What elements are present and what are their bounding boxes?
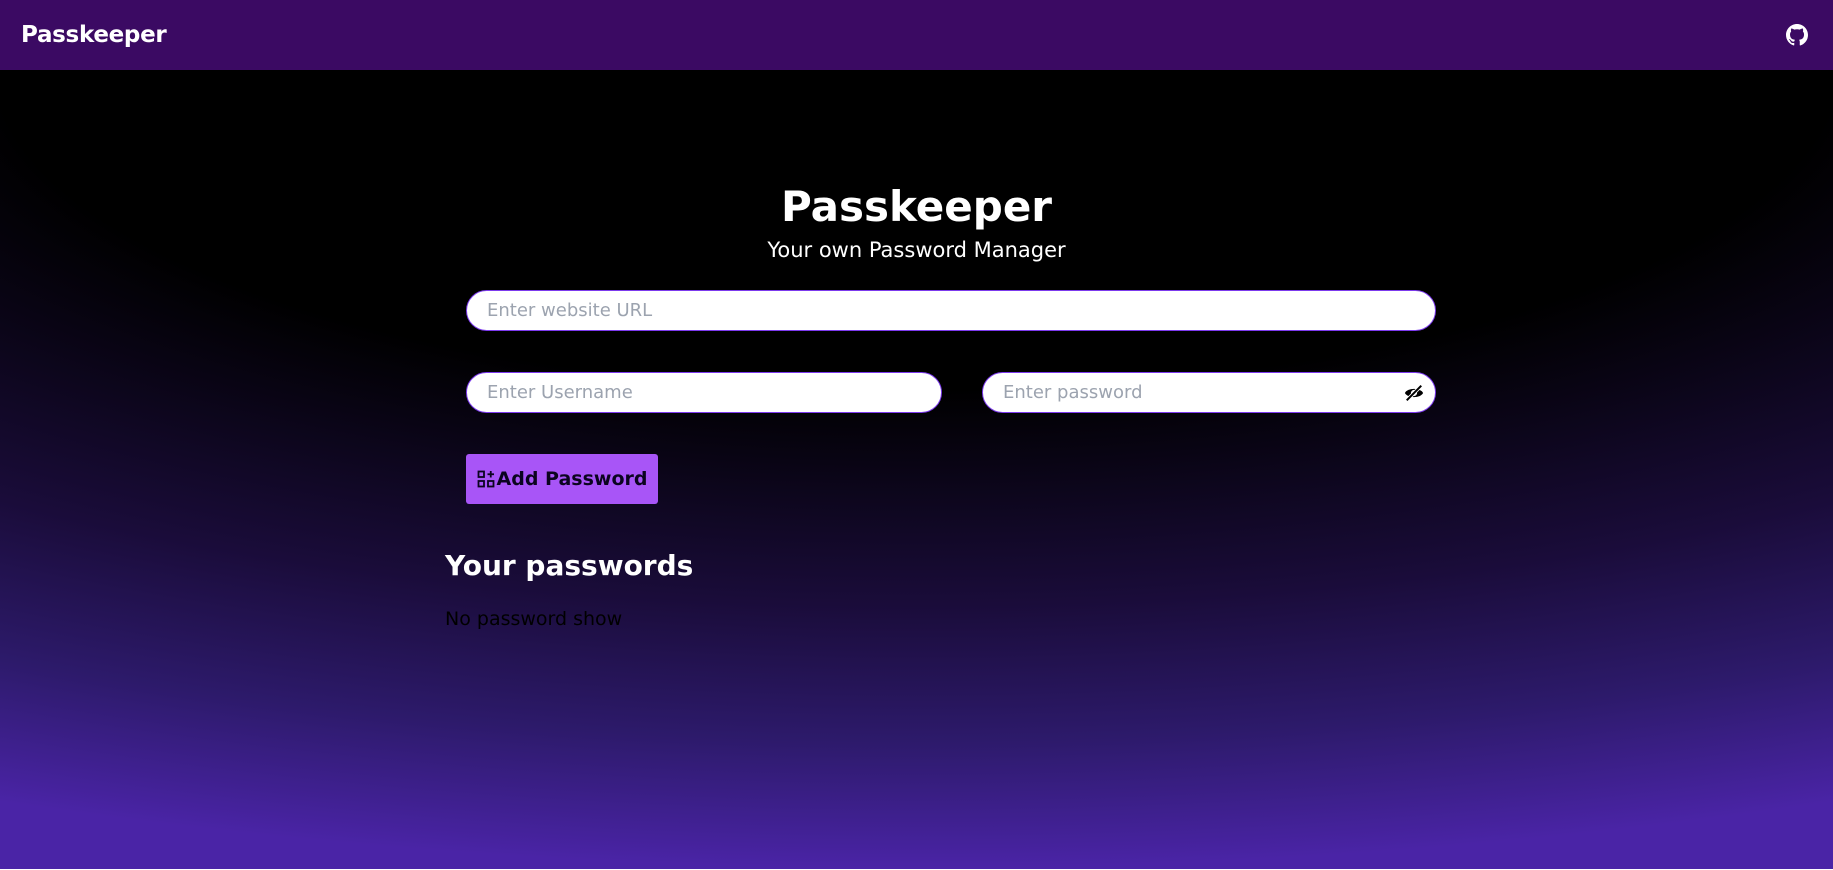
- add-password-label: Add Password: [496, 468, 648, 490]
- github-link[interactable]: [1785, 23, 1809, 47]
- add-password-button[interactable]: Add Password: [466, 454, 658, 504]
- hero-subtitle: Your own Password Manager: [767, 238, 1066, 262]
- brand-logo[interactable]: Passkeeper: [21, 22, 167, 48]
- password-visibility-toggle[interactable]: [1402, 382, 1426, 404]
- password-input[interactable]: [982, 372, 1436, 413]
- empty-passwords-message: No password show: [445, 608, 623, 630]
- add-grid-icon: [477, 470, 495, 488]
- username-input[interactable]: [466, 372, 942, 413]
- passwords-heading: Your passwords: [445, 549, 694, 582]
- hero-title: Passkeeper: [780, 182, 1053, 231]
- website-url-input[interactable]: [466, 290, 1436, 331]
- navbar: Passkeeper: [0, 0, 1833, 70]
- password-field: [982, 372, 1436, 413]
- eye-slash-icon: [1404, 384, 1424, 402]
- app-page: Passkeeper Passkeeper Your own Password …: [0, 0, 1833, 870]
- github-icon: [1786, 24, 1808, 46]
